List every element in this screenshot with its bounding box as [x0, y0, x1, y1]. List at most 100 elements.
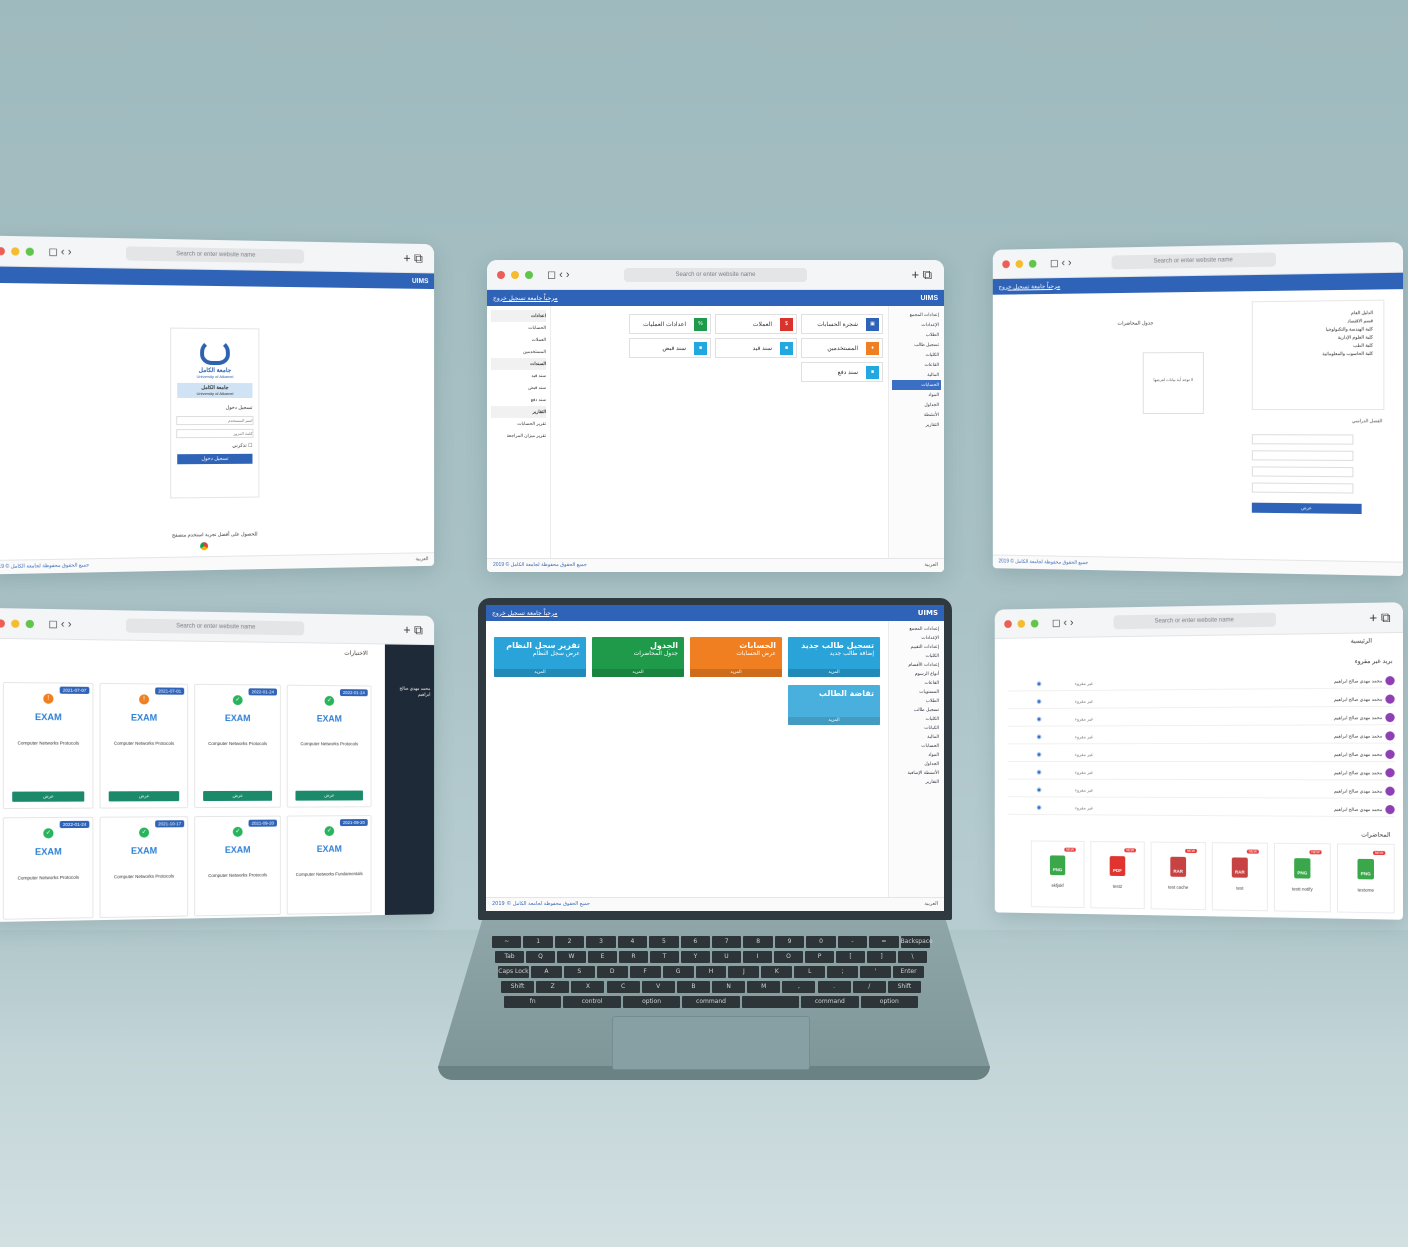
eye-icon[interactable]: ◉ [1037, 751, 1042, 758]
footer-link[interactable]: جميع الحقوق محفوظة لجامعة الكامل © 2019 [492, 901, 590, 908]
address-bar[interactable]: Search or enter website name [125, 618, 305, 636]
keyboard-key[interactable]: - [837, 936, 868, 948]
sidebar-item[interactable]: سند قبض [491, 382, 546, 394]
tile-more-link[interactable]: المزيد [788, 717, 880, 725]
keyboard-key[interactable]: S [563, 966, 595, 978]
exam-card[interactable]: 2021-07-01! EXAM Computer Networks Protoco… [99, 682, 189, 809]
keyboard-key[interactable]: O [774, 951, 803, 963]
message-row[interactable]: محمد مهدي صالح ابراهيم ◉ غير مقروء [1008, 747, 1395, 763]
footer-link[interactable]: جميع الحقوق محفوظة لجامعة الكامل © 2019 [998, 559, 1088, 568]
keyboard-key[interactable]: Backspace [900, 936, 933, 948]
sidebar-item[interactable]: الإعدادات [892, 634, 941, 643]
minimize-dot-icon[interactable] [11, 246, 20, 256]
new-tab-button[interactable]: + ⧉ [403, 250, 422, 266]
sidebar-item[interactable]: تسجيل طالب [892, 706, 941, 715]
sidebar-item[interactable]: الجداول [892, 400, 941, 410]
form-select[interactable] [1251, 450, 1354, 461]
eye-icon[interactable]: ◉ [1037, 716, 1042, 723]
keyboard-key[interactable]: P [805, 951, 834, 963]
keyboard-key[interactable]: 0 [806, 936, 836, 948]
sidebar-item[interactable]: الإعدادات [892, 320, 941, 330]
close-dot-icon[interactable] [1002, 259, 1010, 268]
keyboard-key[interactable]: command [801, 996, 859, 1008]
keyboard-key[interactable]: L [794, 966, 826, 978]
new-tab-button[interactable]: + ⧉ [403, 622, 422, 638]
sidebar-item[interactable]: الجداول [892, 760, 941, 769]
maximize-dot-icon[interactable] [525, 270, 533, 279]
message-row[interactable]: محمد مهدي صالح ابراهيم ◉ غير مقروء [1008, 765, 1395, 781]
address-bar[interactable]: Search or enter website name [1111, 252, 1276, 270]
keyboard-key[interactable]: 7 [712, 936, 742, 948]
eye-icon[interactable]: ◉ [1037, 733, 1042, 740]
sidebar-item[interactable]: الكليات [892, 350, 941, 360]
eye-icon[interactable]: ◉ [1037, 804, 1042, 811]
keyboard-key[interactable]: / [852, 981, 886, 993]
exam-card[interactable]: 2022-01-24 ✓ EXAM Computer Networks Protoco… [194, 683, 281, 809]
eye-icon[interactable]: ◉ [1037, 769, 1042, 776]
sidebar-item[interactable]: الكليات [892, 652, 941, 661]
keyboard-key[interactable]: 4 [617, 936, 648, 948]
sidebar-item[interactable]: إعدادات التقييم [892, 643, 941, 652]
exam-card[interactable]: 2021-09-20 ✓ EXAM Computer Networks Fundame… [286, 815, 372, 915]
accounts-tile[interactable]: المستخدمين ♦ [801, 338, 883, 358]
tile-more-link[interactable]: المزيد [592, 669, 684, 677]
sidebar-item[interactable]: إعدادات الأقسام [892, 661, 941, 670]
accounts-tile[interactable]: سند قيد ■ [715, 338, 797, 358]
remember-me[interactable]: تذكرني ☐ [171, 440, 258, 452]
tile-more-link[interactable]: المزيد [690, 669, 782, 677]
sidebar-item[interactable]: تقرير ميزان المراجعة [491, 430, 546, 442]
dashboard-tile[interactable]: تقاضة الطالب المزيد [788, 685, 880, 725]
close-dot-icon[interactable] [497, 270, 505, 279]
file-card[interactable]: NEW RAR test [1211, 842, 1268, 912]
minimize-dot-icon[interactable] [1015, 259, 1024, 268]
sidebar-item[interactable]: الأنشطة الإضافية [892, 769, 941, 778]
dashboard-tile[interactable]: تسجيل طالب جديد إضافة طالب جديد المزيد [788, 637, 880, 677]
exam-card[interactable]: 2021-09-20 ✓ EXAM Computer Networks Protoco… [194, 815, 281, 917]
keyboard-key[interactable]: fn [504, 996, 562, 1008]
keyboard-key[interactable]: [ [836, 951, 865, 963]
sidebar-item[interactable]: التقارير [491, 406, 546, 418]
keyboard-key[interactable]: J [728, 966, 760, 978]
keyboard-key[interactable]: M [747, 981, 781, 993]
sidebar-item[interactable]: الكليات [892, 715, 941, 724]
sidebar-item[interactable]: الكيانات [892, 724, 941, 733]
keyboard-key[interactable]: control [563, 996, 621, 1008]
keyboard-key[interactable]: 5 [649, 936, 679, 948]
keyboard-key[interactable]: Y [681, 951, 710, 963]
sidebar-item[interactable]: السندات [491, 358, 546, 370]
new-tab-button[interactable]: + ⧉ [1369, 610, 1390, 627]
sidebar-item[interactable]: التقارير [892, 420, 941, 430]
keyboard-key[interactable]: . [817, 981, 851, 993]
keyboard-key[interactable]: N [712, 981, 746, 993]
form-select[interactable] [1251, 434, 1354, 445]
keyboard-key[interactable]: E [588, 951, 617, 963]
nav-controls[interactable]: ◻ ‹ › [1052, 616, 1074, 629]
keyboard-key[interactable]: H [695, 966, 727, 978]
keyboard-key[interactable]: A [530, 966, 562, 978]
view-button[interactable]: عرض [108, 791, 180, 802]
keyboard-key[interactable]: X [571, 981, 605, 993]
dashboard-tile[interactable]: تقرير سجل النظام عرض سجل النظام المزيد [494, 637, 586, 677]
keyboard-key[interactable]: T [650, 951, 679, 963]
tree-item[interactable]: كلية الحاسوب والمعلوماتية [1263, 350, 1373, 359]
view-button[interactable]: عرض [295, 790, 363, 801]
keyboard-key[interactable]: Caps Lock [498, 966, 529, 978]
sidebar-item[interactable]: القاعات [892, 360, 941, 370]
nav-controls[interactable]: ◻ ‹ › [48, 245, 71, 259]
keyboard-key[interactable]: \ [898, 951, 927, 963]
maximize-dot-icon[interactable] [25, 247, 34, 256]
header-links[interactable]: مرحباً جامعة تسجيل خروج [492, 610, 558, 617]
exam-card[interactable]: 2021-10-17 ✓ EXAM Computer Networks Protoco… [99, 816, 189, 919]
close-dot-icon[interactable] [0, 246, 5, 255]
exam-card[interactable]: 2022-01-24 ✓ EXAM Computer Networks Protoco… [286, 684, 372, 808]
message-row[interactable]: محمد مهدي صالح ابراهيم ◉ غير مقروء [1008, 801, 1395, 818]
maximize-dot-icon[interactable] [25, 619, 34, 628]
header-links[interactable]: مرحباً جامعة تسجيل خروج [493, 295, 558, 302]
dashboard-tile[interactable]: الجدول جدول المحاضرات المزيد [592, 637, 684, 677]
message-row[interactable]: محمد مهدي صالح ابراهيم ◉ غير مقروء [1008, 729, 1395, 745]
file-card[interactable]: NEW PDF test2 [1090, 841, 1145, 910]
maximize-dot-icon[interactable] [1028, 259, 1037, 268]
login-button[interactable]: تسجيل دخول [177, 453, 253, 465]
eye-icon[interactable]: ◉ [1037, 698, 1042, 705]
keyboard-key[interactable]: F [629, 966, 661, 978]
